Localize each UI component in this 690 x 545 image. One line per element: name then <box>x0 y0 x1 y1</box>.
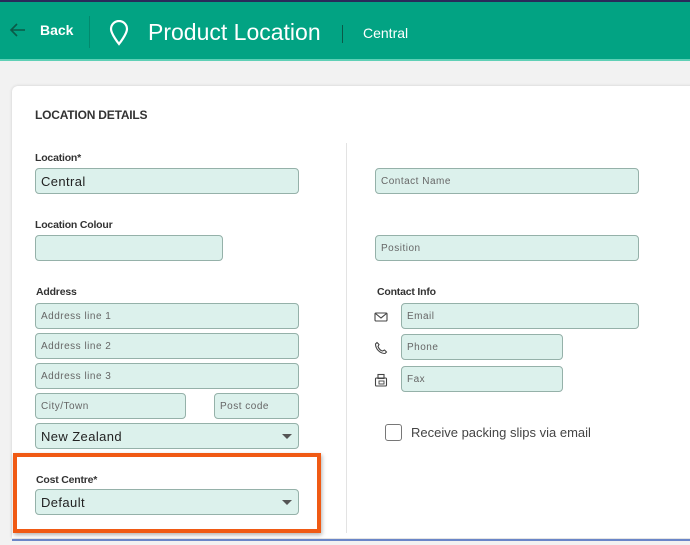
page-header: Back Product Location Central <box>0 2 690 61</box>
fax-input[interactable]: Fax <box>401 366 563 392</box>
envelope-icon <box>374 312 388 322</box>
page-subtitle: Central <box>363 25 409 41</box>
page-title: Product Location <box>148 19 321 45</box>
back-label: Back <box>40 22 74 38</box>
postcode-input[interactable]: Post code <box>214 393 299 419</box>
location-colour-label: Location Colour <box>35 219 113 231</box>
packing-slips-label: Receive packing slips via email <box>411 425 591 440</box>
column-divider <box>346 143 347 533</box>
caret-down-icon <box>282 434 292 439</box>
phone-input[interactable]: Phone <box>401 334 563 360</box>
email-input[interactable]: Email <box>401 303 639 329</box>
header-divider <box>89 16 90 48</box>
back-button[interactable]: Back <box>8 20 73 40</box>
country-value: New Zealand <box>41 428 122 444</box>
city-input[interactable]: City/Town <box>35 393 186 419</box>
contact-name-input[interactable]: Contact Name <box>375 168 639 194</box>
address-line1-input[interactable]: Address line 1 <box>35 303 299 329</box>
map-pin-icon <box>109 20 129 46</box>
cost-centre-highlight <box>13 453 321 533</box>
country-select[interactable]: New Zealand <box>35 423 299 449</box>
phone-icon <box>374 341 388 355</box>
fax-icon <box>374 373 388 387</box>
address-line2-input[interactable]: Address line 2 <box>35 333 299 359</box>
packing-slips-option[interactable]: Receive packing slips via email <box>385 424 591 441</box>
address-label: Address <box>36 286 77 298</box>
page-band <box>0 63 690 85</box>
location-input[interactable]: Central <box>35 168 299 194</box>
packing-slips-checkbox[interactable] <box>385 424 402 441</box>
address-line3-input[interactable]: Address line 3 <box>35 363 299 389</box>
position-input[interactable]: Position <box>375 235 639 261</box>
contact-info-label: Contact Info <box>377 286 436 298</box>
arrow-left-icon <box>9 23 25 37</box>
card-bottom-border <box>12 539 690 541</box>
section-title: LOCATION DETAILS <box>35 108 148 122</box>
location-colour-input[interactable] <box>35 235 223 261</box>
header-divider <box>342 25 343 43</box>
location-label: Location* <box>35 152 82 164</box>
